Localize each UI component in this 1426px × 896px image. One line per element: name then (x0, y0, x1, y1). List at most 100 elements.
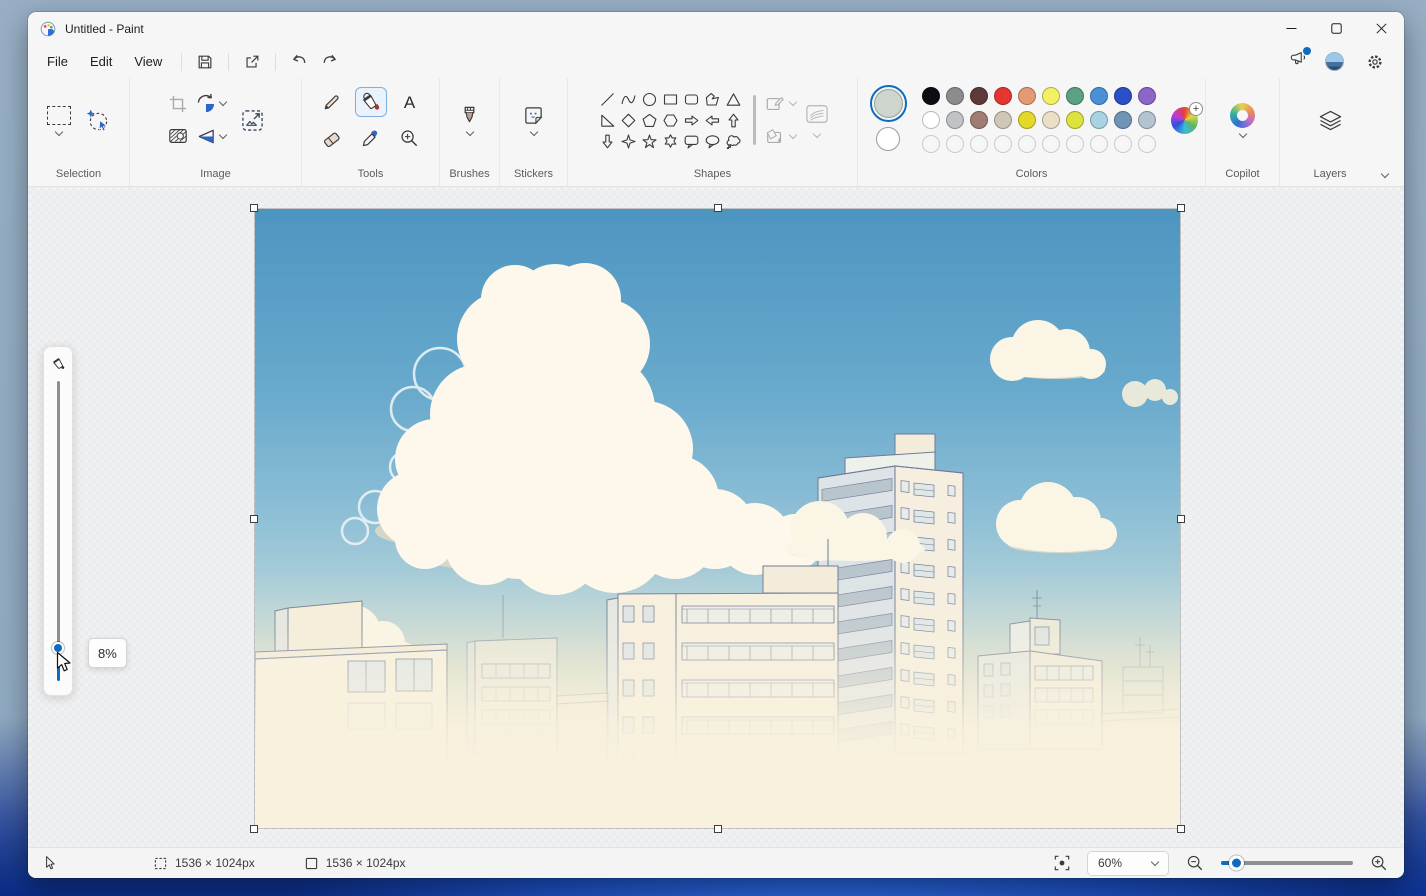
palette-color-2-7[interactable] (1090, 111, 1108, 129)
palette-color-2-9[interactable] (1138, 111, 1156, 129)
shape-pentagon[interactable] (639, 110, 660, 131)
palette-color-2-5[interactable] (1042, 111, 1060, 129)
shape-arrow-down[interactable] (597, 131, 618, 152)
palette-empty-slot[interactable] (1114, 135, 1132, 153)
palette-empty-slot[interactable] (1018, 135, 1036, 153)
stickers-dropdown-chevron-icon[interactable] (529, 128, 537, 136)
copilot-dropdown-chevron-icon[interactable] (1238, 130, 1246, 138)
zoom-out-button[interactable] (1186, 854, 1204, 872)
shape-arrow-right[interactable] (681, 110, 702, 131)
brushes-button[interactable] (459, 105, 480, 126)
flip-button[interactable] (195, 126, 216, 147)
palette-color-1-3[interactable] (994, 87, 1012, 105)
palette-color-1-2[interactable] (970, 87, 988, 105)
shape-triangle[interactable] (723, 89, 744, 110)
stickers-button[interactable] (523, 105, 544, 126)
shape-line[interactable] (597, 89, 618, 110)
zoom-in-button[interactable] (1370, 854, 1388, 872)
palette-color-1-9[interactable] (1138, 87, 1156, 105)
background-color-swatch[interactable] (876, 127, 900, 151)
palette-empty-slot[interactable] (994, 135, 1012, 153)
shapes-scrollbar[interactable] (753, 95, 756, 145)
edit-colors-wheel-button[interactable]: + (1171, 107, 1198, 134)
selection-handle[interactable] (714, 204, 722, 212)
maximize-button[interactable] (1314, 12, 1359, 45)
shape-hexagon[interactable] (660, 110, 681, 131)
shape-fill-button[interactable] (765, 127, 785, 147)
shape-callout-oval[interactable] (702, 131, 723, 152)
zoom-dropdown[interactable]: 60% (1087, 851, 1169, 876)
foreground-color-swatch[interactable] (874, 89, 903, 118)
palette-empty-slot[interactable] (1138, 135, 1156, 153)
shape-diamond[interactable] (618, 110, 639, 131)
selection-handle[interactable] (1177, 204, 1185, 212)
close-button[interactable] (1359, 12, 1404, 45)
text-tool-button[interactable]: A (394, 87, 426, 117)
shape-ellipse[interactable] (639, 89, 660, 110)
palette-empty-slot[interactable] (922, 135, 940, 153)
remove-background-button[interactable] (168, 126, 188, 146)
selection-handle[interactable] (714, 825, 722, 833)
tolerance-slider-track[interactable] (57, 381, 60, 681)
palette-empty-slot[interactable] (970, 135, 988, 153)
canvas[interactable] (255, 209, 1180, 828)
palette-color-1-7[interactable] (1090, 87, 1108, 105)
title-bar[interactable]: Untitled - Paint (28, 12, 1404, 45)
minimize-button[interactable] (1269, 12, 1314, 45)
stroke-size-button[interactable] (805, 103, 829, 125)
palette-color-1-6[interactable] (1066, 87, 1084, 105)
ribbon-collapse-chevron-icon[interactable] (1381, 170, 1389, 178)
eraser-tool-button[interactable] (316, 123, 348, 153)
shape-rectangle[interactable] (660, 89, 681, 110)
selection-handle[interactable] (250, 515, 258, 523)
save-button[interactable] (190, 49, 220, 75)
menu-edit[interactable]: Edit (79, 49, 123, 74)
zoom-slider-thumb[interactable] (1229, 856, 1244, 871)
shape-polygon[interactable] (702, 89, 723, 110)
fill-tool-button[interactable] (355, 87, 387, 117)
copilot-icon[interactable] (1230, 103, 1255, 128)
magnifier-tool-button[interactable] (394, 123, 426, 153)
crop-button[interactable] (168, 94, 188, 114)
shape-arrow-left[interactable] (702, 110, 723, 131)
magic-select-button[interactable] (85, 108, 110, 133)
palette-empty-slot[interactable] (1090, 135, 1108, 153)
stroke-dropdown-chevron-icon[interactable] (812, 130, 820, 138)
palette-color-2-3[interactable] (994, 111, 1012, 129)
palette-color-1-8[interactable] (1114, 87, 1132, 105)
selection-dropdown-chevron-icon[interactable] (55, 127, 63, 135)
shape-curve[interactable] (618, 89, 639, 110)
shape-star-four[interactable] (618, 131, 639, 152)
brushes-dropdown-chevron-icon[interactable] (465, 128, 473, 136)
settings-gear-icon[interactable] (1360, 49, 1390, 75)
share-button[interactable] (237, 49, 267, 75)
resize-image-button[interactable] (241, 109, 264, 132)
flip-dropdown-chevron-icon[interactable] (218, 131, 226, 139)
pencil-tool-button[interactable] (316, 87, 348, 117)
feedback-megaphone-icon[interactable] (1289, 50, 1309, 73)
shape-arrow-up[interactable] (723, 110, 744, 131)
selection-handle[interactable] (250, 825, 258, 833)
palette-color-1-5[interactable] (1042, 87, 1060, 105)
shape-callout-cloud[interactable] (723, 131, 744, 152)
palette-color-2-4[interactable] (1018, 111, 1036, 129)
palette-color-2-6[interactable] (1066, 111, 1084, 129)
rectangle-select-button[interactable] (47, 106, 71, 125)
shape-callout-rounded[interactable] (681, 131, 702, 152)
palette-empty-slot[interactable] (1042, 135, 1060, 153)
fit-to-screen-button[interactable] (1054, 855, 1070, 871)
layers-button[interactable] (1318, 109, 1343, 132)
color-picker-tool-button[interactable] (355, 123, 387, 153)
shape-star-six[interactable] (660, 131, 681, 152)
rotate-dropdown-chevron-icon[interactable] (218, 98, 226, 106)
palette-color-1-4[interactable] (1018, 87, 1036, 105)
rotate-button[interactable] (195, 93, 216, 114)
palette-color-2-2[interactable] (970, 111, 988, 129)
palette-color-2-1[interactable] (946, 111, 964, 129)
palette-color-2-0[interactable] (922, 111, 940, 129)
palette-empty-slot[interactable] (1066, 135, 1084, 153)
selection-handle[interactable] (1177, 515, 1185, 523)
palette-empty-slot[interactable] (946, 135, 964, 153)
palette-color-2-8[interactable] (1114, 111, 1132, 129)
fill-dropdown-chevron-icon[interactable] (788, 131, 796, 139)
